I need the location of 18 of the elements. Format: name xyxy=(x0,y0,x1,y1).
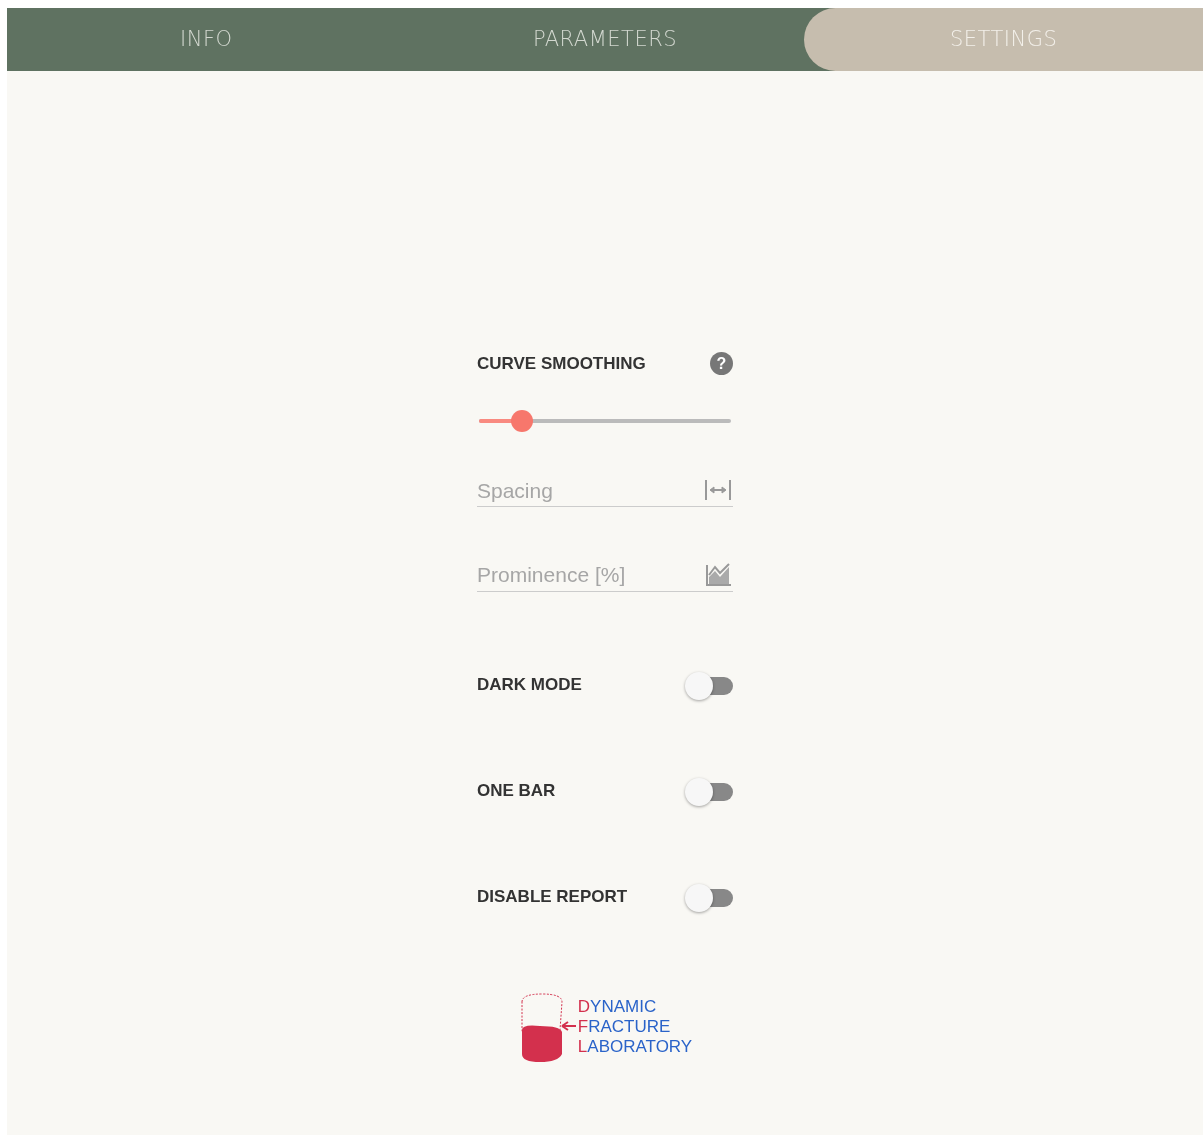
tab[interactable]: PARAMETERS xyxy=(405,8,805,71)
help-icon[interactable]: ? xyxy=(710,352,733,376)
toggle-switch[interactable] xyxy=(685,883,733,910)
input-field[interactable]: Prominence [%] xyxy=(477,559,705,591)
logo-text: LABORATORY xyxy=(577,1036,693,1057)
slider-thumb[interactable] xyxy=(510,409,533,432)
area-chart-icon xyxy=(705,562,733,587)
logo-text: FRACTURE xyxy=(577,1016,672,1037)
setting-label: DARK MODE xyxy=(477,673,582,696)
tab[interactable]: INFO xyxy=(7,8,406,71)
input-field[interactable]: Spacing xyxy=(477,474,703,506)
toggle-switch[interactable] xyxy=(685,777,733,804)
setting-label: CURVE SMOOTHING xyxy=(477,353,646,375)
width-icon xyxy=(703,478,733,502)
logo-text: DYNAMIC xyxy=(577,996,658,1017)
toggle-switch[interactable] xyxy=(685,671,733,698)
setting-label: ONE BAR xyxy=(477,779,556,802)
setting-label: DISABLE REPORT xyxy=(477,885,628,908)
